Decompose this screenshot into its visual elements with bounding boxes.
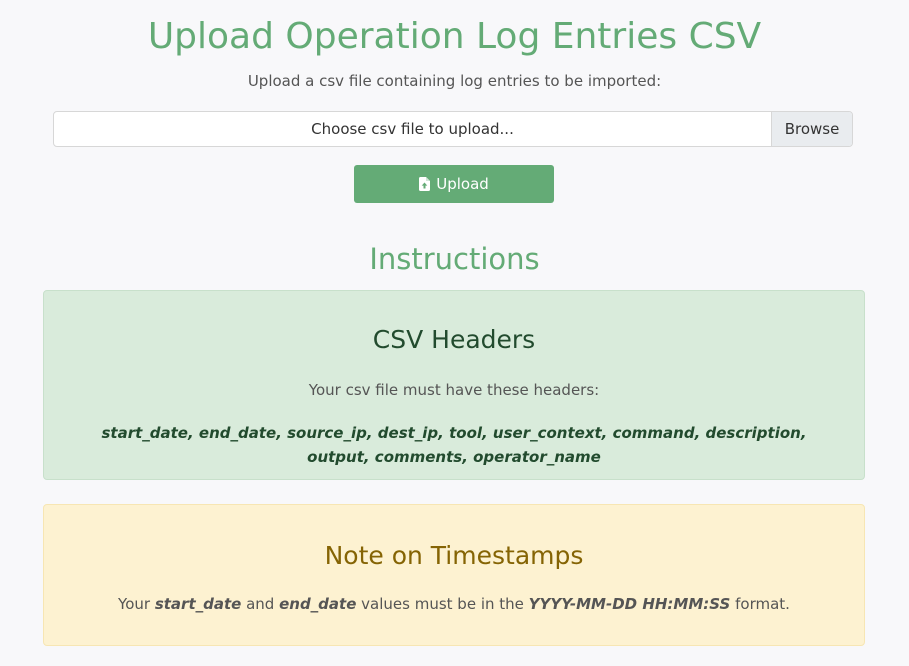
timestamps-text-part: format. (730, 595, 790, 613)
timestamps-note-box: Note on Timestamps Your start_date and e… (43, 504, 865, 646)
upload-button[interactable]: Upload (354, 165, 554, 203)
instructions-title: Instructions (369, 242, 540, 276)
file-input-placeholder[interactable]: Choose csv file to upload... (54, 112, 771, 146)
end-date-field: end_date (279, 595, 357, 613)
csv-headers-text: Your csv file must have these headers: (308, 381, 600, 399)
timestamps-text: Your start_date and end_date values must… (44, 594, 864, 614)
file-upload-icon (419, 177, 431, 191)
page: Upload Operation Log Entries CSV Upload … (0, 0, 909, 666)
csv-headers-title: CSV Headers (372, 325, 536, 354)
upload-button-label: Upload (436, 175, 489, 193)
browse-button[interactable]: Browse (771, 112, 852, 146)
csv-headers-box: CSV Headers Your csv file must have thes… (43, 290, 865, 480)
page-subtitle: Upload a csv file containing log entries… (247, 72, 662, 90)
timestamps-title: Note on Timestamps (324, 541, 584, 570)
csv-file-input[interactable]: Choose csv file to upload... Browse (53, 111, 853, 147)
timestamps-text-part: and (241, 595, 280, 613)
timestamps-text-part: values must be in the (356, 595, 529, 613)
csv-headers-list: start_date, end_date, source_ip, dest_ip… (101, 424, 807, 466)
page-title: Upload Operation Log Entries CSV (147, 16, 762, 57)
timestamp-format: YYYY-MM-DD HH:MM:SS (528, 595, 731, 613)
timestamps-text-part: Your (118, 595, 155, 613)
start-date-field: start_date (154, 595, 242, 613)
